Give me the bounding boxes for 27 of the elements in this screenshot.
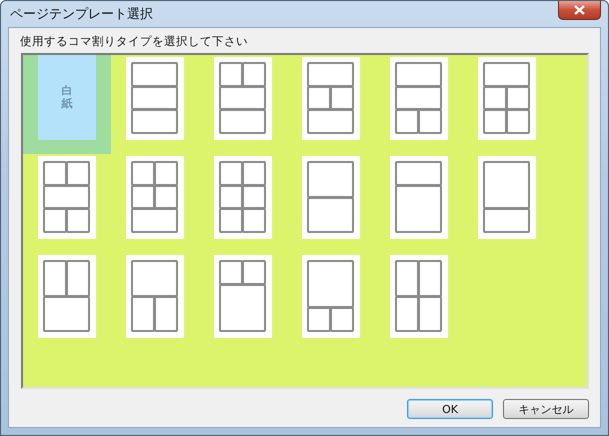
comic-panel xyxy=(131,86,178,110)
comic-panel xyxy=(131,161,155,186)
comic-panel xyxy=(219,161,243,186)
close-button[interactable] xyxy=(558,1,601,20)
comic-panel xyxy=(418,260,442,296)
ok-button[interactable]: OK xyxy=(407,399,493,419)
template-label: 白紙 xyxy=(62,85,72,110)
close-icon xyxy=(574,5,585,15)
comic-panel xyxy=(395,260,419,296)
window-title: ページテンプレート選択 xyxy=(9,6,153,23)
comic-panel xyxy=(131,62,178,87)
comic-panel xyxy=(242,208,266,234)
comic-panel xyxy=(219,208,243,234)
comic-panel xyxy=(307,196,354,233)
instruction-text: 使用するコマ割りタイプを選択して下さい xyxy=(20,34,249,49)
comic-panel xyxy=(395,296,419,332)
comic-panel xyxy=(307,161,354,198)
comic-panel xyxy=(219,109,266,134)
comic-panel xyxy=(506,109,530,134)
comic-panel xyxy=(483,109,507,134)
comic-panel xyxy=(242,184,266,210)
comic-panel xyxy=(131,109,178,134)
comic-panel xyxy=(242,161,266,186)
comic-panel xyxy=(418,296,442,332)
comic-panel xyxy=(154,161,178,186)
cancel-button[interactable]: キャンセル xyxy=(503,399,589,419)
comic-panel xyxy=(395,62,442,87)
